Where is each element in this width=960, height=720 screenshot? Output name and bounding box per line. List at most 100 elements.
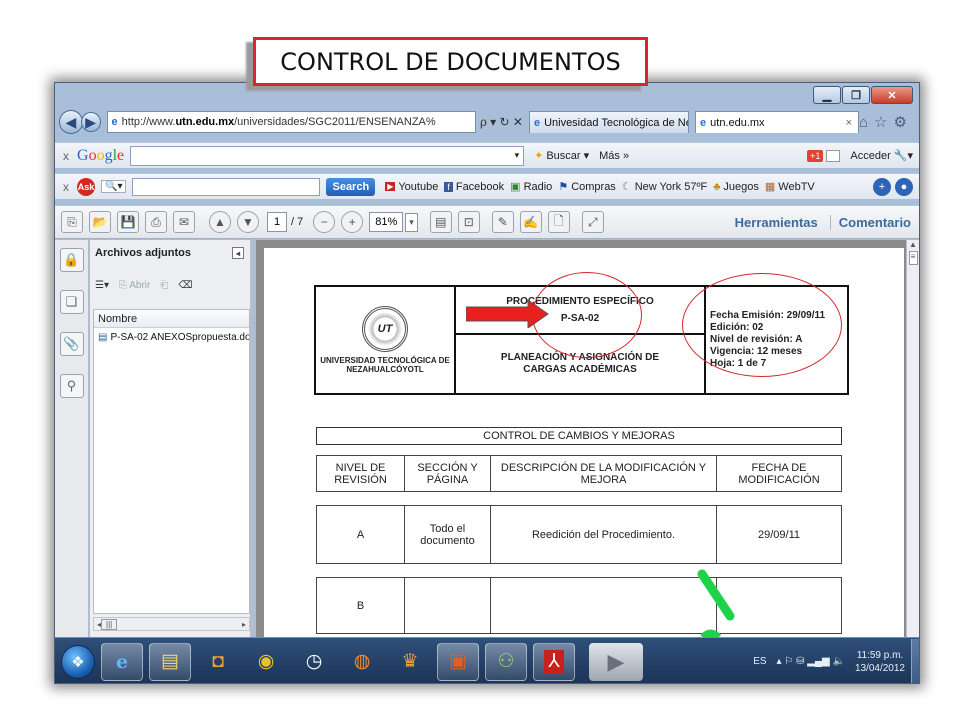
- print-icon[interactable]: ⎙: [145, 211, 167, 233]
- paperclip-icon[interactable]: 📎: [59, 332, 84, 356]
- address-bar[interactable]: e http://www. utn.edu.mx/universidades/SG…: [106, 111, 476, 133]
- back-button[interactable]: ◀: [59, 110, 83, 134]
- buscar-button[interactable]: ✦ Buscar ▾: [534, 149, 589, 163]
- taskbar-ie-icon[interactable]: e: [101, 642, 143, 681]
- tray-icons[interactable]: ▴ ⚐ ⛁ ▂▄▆ 🔈: [777, 656, 845, 667]
- toolbar-item-youtube[interactable]: ▶ Youtube: [385, 181, 438, 193]
- close-tab-icon[interactable]: ×: [846, 117, 852, 129]
- taskbar-chrome-icon[interactable]: ◉: [245, 643, 287, 681]
- abrir-button[interactable]: ⎘ Abrir: [119, 280, 150, 291]
- taskbar-play-icon[interactable]: ▶: [589, 642, 643, 681]
- maximize-button[interactable]: ❐: [842, 86, 870, 104]
- create-pdf-icon[interactable]: ⎘: [61, 211, 83, 233]
- taskbar-acrobat-icon[interactable]: ⅄: [533, 642, 575, 681]
- table-header: FECHA DE MODIFICACIÓN: [716, 455, 842, 492]
- table-header: DESCRIPCIÓN DE LA MODIFICACIÓN Y MEJORA: [490, 455, 717, 492]
- close-toolbar-icon[interactable]: x: [63, 180, 69, 194]
- acceder-button[interactable]: Acceder 🔧▾: [850, 149, 913, 163]
- column-header-nombre[interactable]: Nombre: [94, 310, 249, 328]
- taskbar-firefox-icon[interactable]: ◍: [341, 643, 383, 681]
- taskbar-powerpoint-icon[interactable]: ▣: [437, 642, 479, 681]
- table-header: NIVEL DE REVISIÓN: [316, 455, 405, 492]
- address-controls[interactable]: ρ ▾ ↻ ✕: [480, 115, 523, 129]
- taskbar: ❖ e ▤ ◘ ◉ ◷ ◍ ♛ ▣ ⚇ ⅄ ▶ ES ▴ ⚐ ⛁ ▂▄▆ 🔈 1…: [55, 637, 919, 683]
- attach-icon[interactable]: ⎗: [160, 280, 168, 291]
- list-item[interactable]: ▤ P-SA-02 ANEXOSpropuesta.do: [94, 328, 249, 346]
- toolbar-item-webtv[interactable]: ▦ WebTV: [765, 180, 815, 194]
- google-search-input[interactable]: ▾: [130, 145, 525, 166]
- google-logo: Google: [77, 146, 125, 164]
- comentario-button[interactable]: Comentario: [829, 214, 911, 230]
- taskbar-folder-icon[interactable]: ▤: [149, 642, 191, 681]
- taskbar-clock-icon[interactable]: ◷: [293, 643, 335, 681]
- zoom-dropdown-icon[interactable]: ▾: [405, 212, 418, 232]
- toolbar-options[interactable]: + ●: [873, 177, 913, 196]
- edit-icon[interactable]: ✎: [491, 211, 514, 233]
- plus-circle-icon[interactable]: +: [873, 177, 891, 196]
- search-dropdown[interactable]: 🔍▾: [101, 180, 127, 193]
- taskbar-mp3-icon[interactable]: ♛: [389, 643, 431, 681]
- expand-icon[interactable]: ⤢: [581, 211, 604, 233]
- table-row: B: [316, 577, 842, 634]
- start-button[interactable]: ❖: [61, 644, 95, 679]
- home-star-gear-icons[interactable]: ⌂☆⚙: [859, 113, 913, 131]
- delete-icon[interactable]: ⌫: [178, 280, 192, 291]
- prev-page-icon[interactable]: ▲: [209, 211, 231, 233]
- page-number-input[interactable]: 1: [267, 212, 287, 232]
- toolbar-item-facebook[interactable]: f Facebook: [444, 181, 504, 193]
- youtube-icon: ▶: [385, 182, 396, 191]
- collapse-panel-icon[interactable]: ◂: [232, 247, 244, 259]
- language-indicator[interactable]: ES: [753, 656, 766, 667]
- pages-icon[interactable]: ❏: [59, 290, 84, 314]
- ie-icon: e: [111, 116, 118, 128]
- email-icon[interactable]: ✉: [173, 211, 195, 233]
- show-desktop-button[interactable]: [911, 638, 919, 683]
- next-page-icon[interactable]: ▼: [237, 211, 259, 233]
- toolbar-item-juegos[interactable]: ♣ Juegos: [713, 181, 759, 193]
- tab-utn[interactable]: e utn.edu.mx ×: [695, 111, 860, 133]
- attachments-list: Nombre ▤ P-SA-02 ANEXOSpropuesta.do: [93, 309, 250, 614]
- taskbar-media-icon[interactable]: ◘: [197, 643, 239, 681]
- fit-page-icon[interactable]: ▤: [429, 211, 452, 233]
- sign-icon[interactable]: ✍: [519, 211, 542, 233]
- toolbar-item-compras[interactable]: ⚑ Compras: [558, 180, 616, 194]
- taskbar-people-icon[interactable]: ⚇: [485, 642, 527, 681]
- close-toolbar-icon[interactable]: x: [63, 149, 69, 163]
- close-window-button[interactable]: ✕: [871, 86, 913, 104]
- herramientas-button[interactable]: Herramientas: [735, 215, 818, 230]
- zoom-level[interactable]: 81%: [369, 212, 404, 232]
- forward-button[interactable]: ▶: [80, 112, 101, 132]
- vertical-scrollbar[interactable]: ▲ ≡: [906, 240, 919, 637]
- tab-label: Univesidad Tecnológica de Ne...: [544, 116, 690, 129]
- fit-width-icon[interactable]: ⊡: [457, 211, 480, 233]
- tab-label: utn.edu.mx: [710, 116, 765, 129]
- view-options-icon[interactable]: ☰▾: [95, 280, 109, 291]
- minimize-button[interactable]: ▁: [813, 86, 841, 104]
- address-row: ◀ ▶ e http://www. utn.edu.mx/universidade…: [55, 107, 919, 137]
- horizontal-scrollbar[interactable]: ◂ ||| ▸: [93, 617, 250, 631]
- navigation-rail: 🔒 ❏ 📎 ⚲: [55, 240, 89, 637]
- clock[interactable]: 11:59 p.m. 13/04/2012: [855, 649, 905, 675]
- save-icon[interactable]: 💾: [117, 211, 139, 233]
- ask-search-input[interactable]: [132, 177, 321, 196]
- ask-search-button[interactable]: Search: [326, 177, 376, 196]
- document-icon[interactable]: 🗋: [547, 211, 570, 233]
- browser-window: ▁ ❐ ✕ ◀ ▶ e http://www. utn.edu.mx/univer…: [54, 82, 920, 684]
- attachments-header: Archivos adjuntos ◂: [90, 240, 250, 266]
- search-circle-icon[interactable]: ●: [895, 177, 913, 196]
- lock-icon[interactable]: 🔒: [59, 248, 84, 272]
- plus-one-badge[interactable]: +1: [807, 149, 841, 162]
- zoom-out-icon[interactable]: −: [313, 211, 336, 233]
- open-icon[interactable]: 📂: [89, 211, 111, 233]
- mas-button[interactable]: Más »: [599, 150, 629, 162]
- facebook-icon: f: [444, 181, 453, 192]
- address-prefix: http://www.: [121, 116, 176, 128]
- zoom-in-icon[interactable]: +: [341, 211, 364, 233]
- tab-universidad[interactable]: e Univesidad Tecnológica de Ne...: [528, 111, 690, 133]
- google-g-icon: ✦: [534, 150, 544, 162]
- toolbar-item-weather[interactable]: ☾ New York 57ºF: [622, 180, 707, 194]
- document-viewer[interactable]: UT UNIVERSIDAD TECNOLÓGICA DE NEZAHUALCÓ…: [256, 240, 908, 637]
- toolbar-item-radio[interactable]: ▣ Radio: [510, 180, 552, 194]
- binoculars-icon[interactable]: ⚲: [59, 374, 84, 398]
- green-mark-icon: [697, 569, 735, 637]
